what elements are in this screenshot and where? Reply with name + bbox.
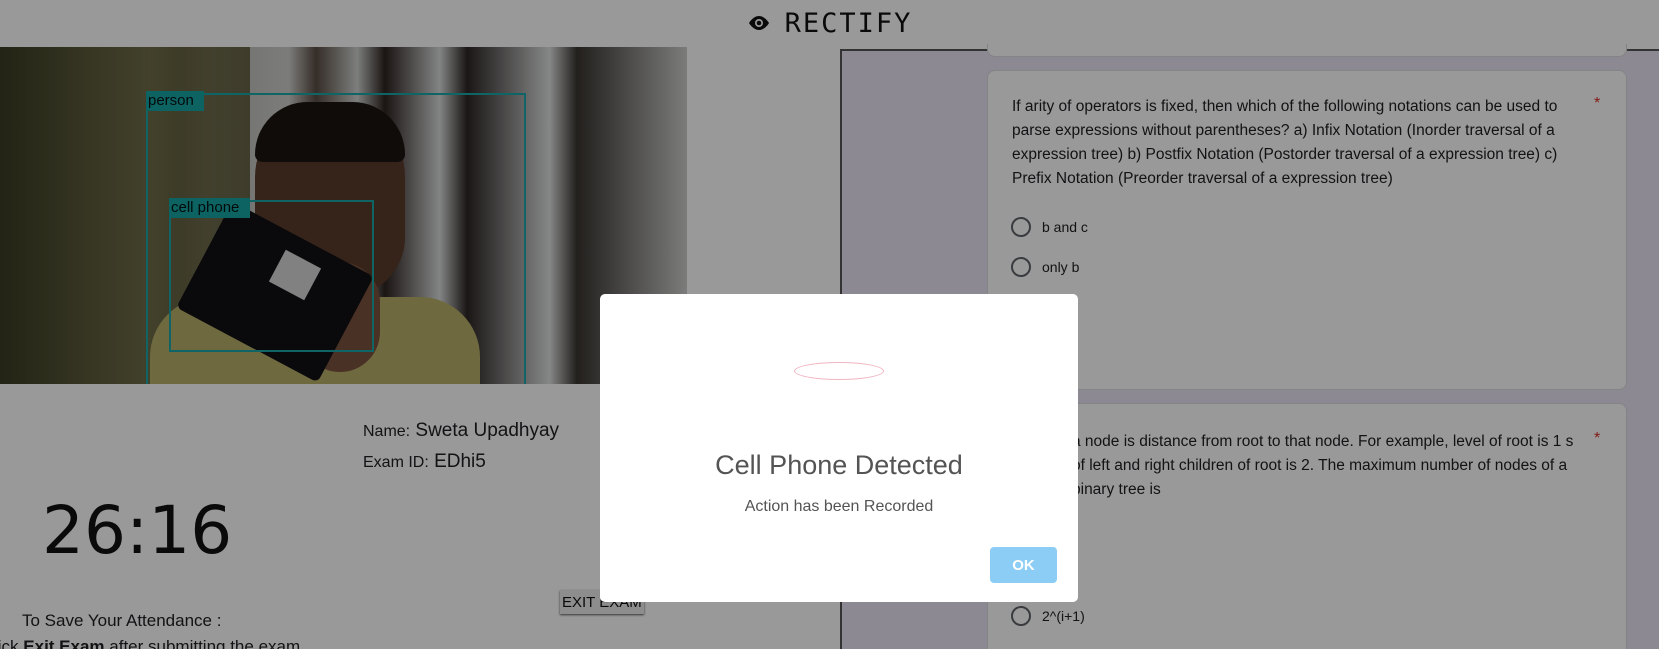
alert-dialog: Cell Phone Detected Action has been Reco…	[600, 294, 1078, 602]
ok-button[interactable]: OK	[990, 547, 1057, 583]
alert-message: Action has been Recorded	[744, 498, 934, 515]
alert-icon	[794, 362, 884, 380]
alert-title: Cell Phone Detected	[715, 450, 963, 480]
